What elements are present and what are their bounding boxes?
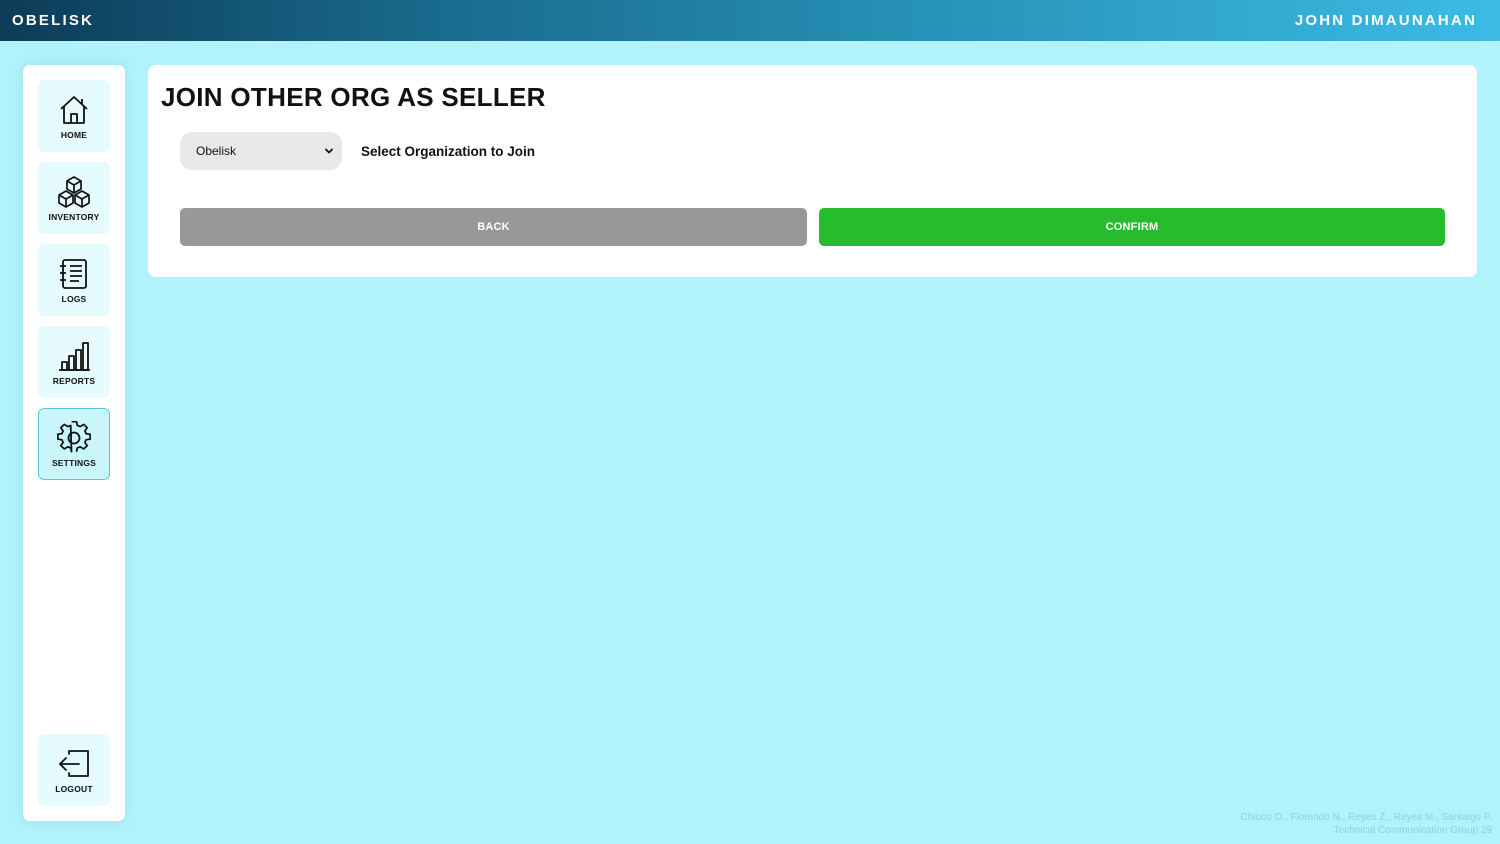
organization-select-value: Obelisk — [196, 144, 237, 158]
footer-authors: Chiuco O., Florendo N., Reyes Z., Reyes … — [1240, 812, 1492, 823]
boxes-icon — [57, 175, 91, 209]
sidebar-item-logs[interactable]: LOGS — [38, 244, 110, 316]
top-bar: OBELISK JOHN DIMAUNAHAN — [0, 0, 1500, 41]
sidebar-item-label: INVENTORY — [48, 212, 100, 222]
footer-group: Technical Communication Group 29 — [1333, 825, 1492, 836]
home-icon — [57, 93, 91, 127]
back-button[interactable]: BACK — [180, 208, 807, 246]
user-name[interactable]: JOHN DIMAUNAHAN — [1295, 12, 1477, 29]
organization-select-label: Select Organization to Join — [361, 144, 536, 159]
organization-select[interactable]: Obelisk — [180, 132, 342, 170]
notebook-icon — [57, 257, 91, 291]
sidebar-item-label: REPORTS — [52, 376, 96, 386]
logout-icon — [57, 747, 91, 781]
sidebar-item-inventory[interactable]: INVENTORY — [38, 162, 110, 234]
sidebar-item-reports[interactable]: REPORTS — [38, 326, 110, 398]
sidebar-item-home[interactable]: HOME — [38, 80, 110, 152]
logout-button[interactable]: LOGOUT — [38, 734, 110, 806]
sidebar-item-label: LOGS — [61, 294, 87, 304]
bar-chart-icon — [57, 339, 91, 373]
logout-label: LOGOUT — [55, 784, 93, 794]
gear-icon — [57, 421, 91, 455]
join-org-card: JOIN OTHER ORG AS SELLER Obelisk Select … — [148, 65, 1477, 277]
chevron-down-icon — [325, 148, 333, 154]
sidebar-item-settings[interactable]: SETTINGS — [38, 408, 110, 480]
page-title: JOIN OTHER ORG AS SELLER — [161, 82, 546, 112]
confirm-button[interactable]: CONFIRM — [819, 208, 1445, 246]
footer-credits: Chiuco O., Florendo N., Reyes Z., Reyes … — [1240, 811, 1492, 837]
sidebar: HOME INVENTORY LOGS REPORTS SETTINGS LOG… — [23, 65, 125, 821]
brand-logo-text: OBELISK — [12, 12, 95, 29]
sidebar-item-label: HOME — [60, 130, 88, 140]
sidebar-item-label: SETTINGS — [51, 458, 97, 468]
